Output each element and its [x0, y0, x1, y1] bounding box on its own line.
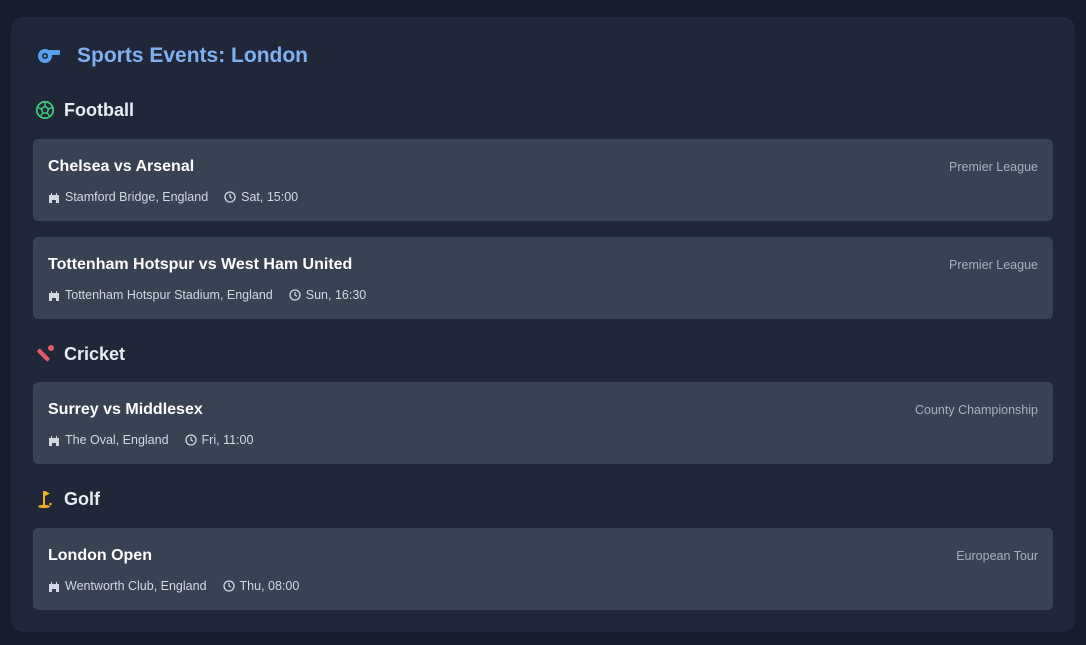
event-time: Sun, 16:30	[305, 288, 367, 302]
clock-icon	[289, 289, 301, 301]
events-panel: Sports Events: London Football Chelsea v…	[11, 17, 1075, 632]
event-card[interactable]: London Open European Tour Wentworth Club…	[33, 528, 1053, 610]
whistle-icon	[35, 46, 63, 66]
event-meta: Tottenham Hotspur Stadium, England Sun, …	[48, 288, 366, 302]
event-card[interactable]: Surrey vs Middlesex County Championship …	[33, 382, 1053, 464]
event-venue: Stamford Bridge, England	[65, 190, 209, 204]
event-venue: The Oval, England	[65, 433, 169, 447]
event-title: Chelsea vs Arsenal	[48, 158, 195, 175]
clock-icon	[222, 580, 235, 592]
event-league: European Tour	[956, 549, 1038, 563]
event-league: Premier League	[949, 160, 1038, 174]
section-title: Football	[64, 99, 134, 120]
event-time: Fri, 11:00	[201, 433, 254, 447]
section-golf: Golf	[33, 485, 1053, 513]
event-meta: Stamford Bridge, England Sat, 15:00	[48, 190, 298, 204]
event-title: London Open	[48, 547, 152, 564]
clock-icon	[184, 434, 197, 446]
event-time: Thu, 08:00	[239, 579, 300, 593]
panel-header: Sports Events: London	[33, 34, 1053, 78]
stadium-icon	[48, 581, 60, 592]
cricket-icon	[34, 343, 56, 365]
event-league: Premier League	[949, 258, 1038, 272]
clock-icon	[224, 191, 236, 203]
football-icon	[34, 99, 56, 121]
page-title: Sports Events: London	[77, 44, 308, 67]
stadium-icon	[48, 290, 60, 301]
event-venue: Wentworth Club, England	[65, 579, 207, 593]
golf-flag-icon	[34, 488, 56, 510]
stadium-icon	[48, 435, 60, 446]
section-title: Golf	[64, 488, 100, 509]
section-cricket: Cricket	[33, 340, 1053, 368]
event-venue: Tottenham Hotspur Stadium, England	[65, 288, 273, 302]
event-meta: Wentworth Club, England Thu, 08:00	[48, 579, 299, 593]
event-title: Tottenham Hotspur vs West Ham United	[48, 256, 353, 273]
event-card[interactable]: Chelsea vs Arsenal Premier League Stamfo…	[33, 139, 1053, 221]
stadium-icon	[48, 192, 60, 203]
section-title: Cricket	[64, 343, 126, 364]
event-time: Sat, 15:00	[241, 190, 299, 204]
event-league: County Championship	[915, 403, 1038, 417]
event-meta: The Oval, England Fri, 11:00	[48, 433, 253, 447]
event-card[interactable]: Tottenham Hotspur vs West Ham United Pre…	[33, 237, 1053, 319]
event-title: Surrey vs Middlesex	[48, 401, 203, 418]
section-football: Football	[33, 96, 1053, 124]
